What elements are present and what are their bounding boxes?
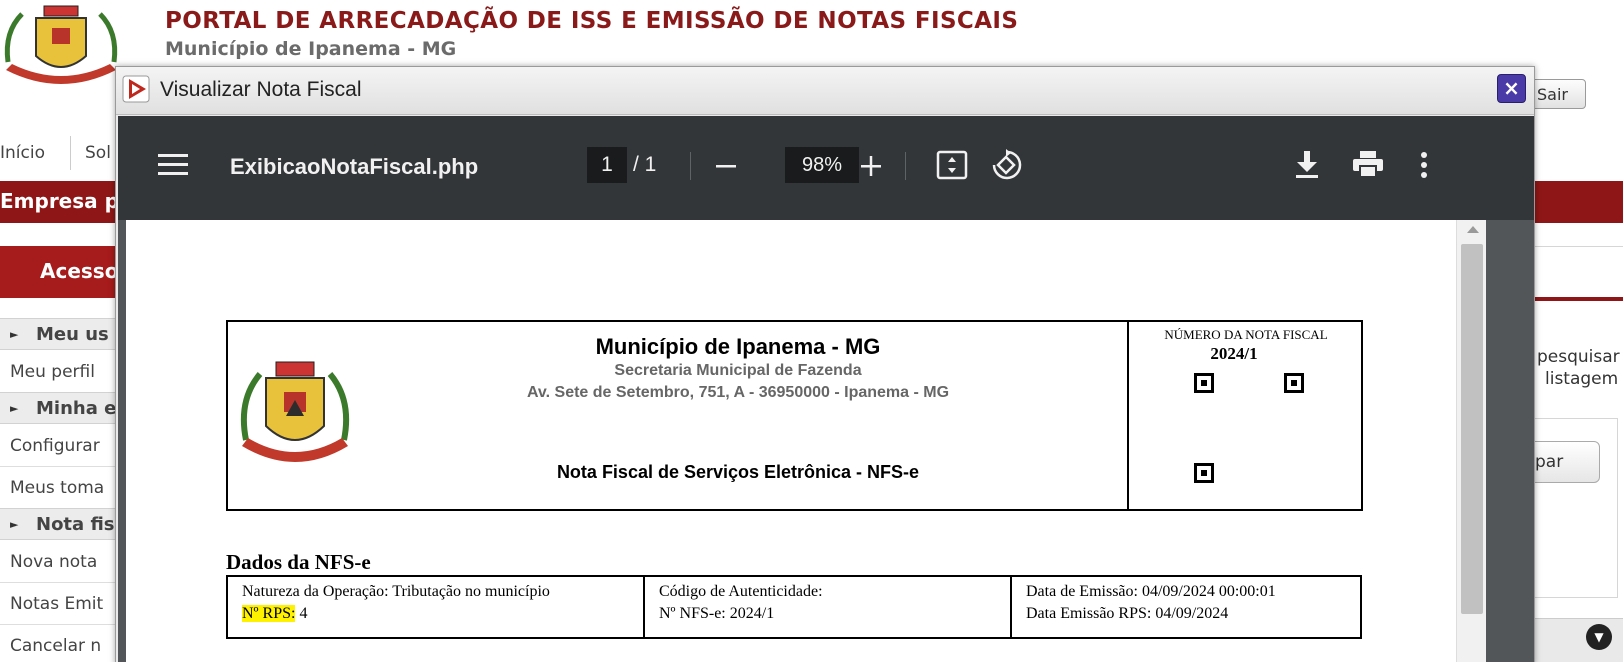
rotate-icon[interactable] [990, 149, 1022, 181]
invoice-data-table: Natureza da Operação: Tributação no muni… [226, 575, 1362, 639]
access-label: Acesso [40, 259, 119, 283]
data-rps-text: Data Emissão RPS: 04/09/2024 [1026, 605, 1229, 622]
expand-arrow-icon: ► [10, 402, 19, 415]
qr-marker-icon [1284, 373, 1304, 393]
scroll-up-arrow-icon[interactable] [1467, 226, 1479, 233]
clear-button[interactable]: par [1524, 441, 1600, 483]
modal-title: Visualizar Nota Fiscal [160, 78, 362, 101]
municipal-crest-logo [4, 5, 118, 84]
rps-line: Nº RPS: 4 [242, 603, 643, 625]
portal-title: PORTAL DE ARRECADAÇÃO DE ISS E EMISSÃO D… [165, 8, 1019, 34]
sidebar-item-cancelar-nota[interactable]: Cancelar n [10, 636, 101, 656]
expand-arrow-icon: ► [10, 328, 19, 341]
invoice-modal: Visualizar Nota Fiscal × ExibicaoNotaFis… [115, 66, 1535, 662]
sidebar-item-meu-perfil[interactable]: Meu perfil [10, 362, 95, 382]
toolbar-divider [690, 152, 691, 180]
data-emissao-text: Data de Emissão: 04/09/2024 00:00:01 [1026, 583, 1276, 600]
qr-marker-icon [1194, 373, 1214, 393]
invoice-number-label: NÚMERO DA NOTA FISCAL [1164, 327, 1328, 342]
invoice-address: Av. Sete de Setembro, 751, A - 36950000 … [526, 384, 950, 401]
portal-subtitle: Município de Ipanema - MG [165, 38, 457, 60]
zoom-out-icon[interactable] [714, 154, 738, 178]
sidebar-section-title: Minha e [36, 398, 117, 419]
nav-item-inicio[interactable]: Início [0, 143, 45, 163]
modal-titlebar[interactable]: Visualizar Nota Fiscal × [116, 67, 1534, 115]
invoice-header: Município de Ipanema - MG Secretaria Mun… [226, 320, 1363, 511]
nav-divider [70, 136, 71, 170]
pdf-viewport[interactable]: Município de Ipanema - MG Secretaria Mun… [118, 220, 1534, 662]
rps-value: 4 [295, 605, 308, 622]
rps-label: Nº RPS: [242, 605, 296, 622]
sidebar-section-title: Nota fis [36, 514, 115, 535]
right-hint-text: listagem [1545, 369, 1619, 389]
close-icon[interactable]: × [1497, 74, 1526, 103]
invoice-municipality: Município de Ipanema - MG [595, 334, 881, 359]
print-icon[interactable] [1352, 150, 1384, 178]
natureza-text: Natureza da Operação: Tributação no muni… [242, 583, 550, 600]
download-icon[interactable] [1293, 149, 1321, 179]
sidebar-item-notas-emitidas[interactable]: Notas Emit [10, 594, 103, 614]
menu-icon[interactable] [158, 154, 188, 178]
scrollbar-thumb[interactable] [1461, 244, 1483, 614]
right-divider [1534, 246, 1623, 247]
zoom-level-input[interactable]: 98% [785, 147, 859, 183]
zoom-in-icon[interactable] [859, 154, 883, 178]
sidebar-item-configurar[interactable]: Configurar [10, 436, 100, 456]
table-cell-datas: Data de Emissão: 04/09/2024 00:00:01 Dat… [1010, 577, 1360, 637]
logout-button[interactable]: Sair [1526, 79, 1586, 109]
nav-item-sol[interactable]: Sol [85, 143, 111, 163]
table-cell-natureza: Natureza da Operação: Tributação no muni… [228, 577, 643, 637]
codigo-text: Código de Autenticidade: [659, 583, 823, 600]
qr-marker-icon [1194, 463, 1214, 483]
expand-arrow-icon: ► [10, 518, 19, 531]
invoice-number: 2024/1 [1210, 344, 1258, 363]
page-total: / 1 [633, 153, 657, 176]
sidebar-section-title: Meu us [36, 324, 109, 345]
invoice-document-type: Nota Fiscal de Serviços Eletrônica - NFS… [556, 462, 920, 482]
vertical-scrollbar[interactable] [1456, 220, 1486, 662]
screen: PORTAL DE ARRECADAÇÃO DE ISS E EMISSÃO D… [0, 0, 1623, 662]
more-vert-icon[interactable] [1420, 151, 1428, 179]
right-accent-bar [1534, 297, 1623, 301]
table-cell-codigo: Código de Autenticidade: Nº NFS-e: 2024/… [643, 577, 1010, 637]
fit-page-icon[interactable] [936, 150, 968, 180]
toolbar-divider [905, 152, 906, 180]
invoice-header-left: Município de Ipanema - MG Secretaria Mun… [228, 322, 1129, 509]
pdf-page: Município de Ipanema - MG Secretaria Mun… [126, 220, 1462, 662]
chevron-down-icon[interactable]: ▼ [1586, 624, 1612, 650]
right-hint-text: pesquisar [1537, 347, 1620, 367]
company-banner-text: Empresa p [0, 189, 119, 213]
pdf-toolbar: ExibicaoNotaFiscal.php 1 / 1 98% [118, 116, 1534, 220]
section-title: Dados da NFS-e [226, 550, 371, 574]
invoice-department: Secretaria Municipal de Fazenda [614, 362, 862, 379]
play-icon [122, 75, 150, 103]
nfse-number-text: Nº NFS-e: 2024/1 [659, 605, 775, 622]
invoice-number-box: NÚMERO DA NOTA FISCAL 2024/1 [1131, 322, 1361, 509]
page-number-input[interactable]: 1 [587, 147, 627, 183]
pdf-filename: ExibicaoNotaFiscal.php [230, 154, 479, 179]
sidebar-item-nova-nota[interactable]: Nova nota [10, 552, 97, 572]
sidebar-item-meus-tomadores[interactable]: Meus toma [10, 478, 104, 498]
